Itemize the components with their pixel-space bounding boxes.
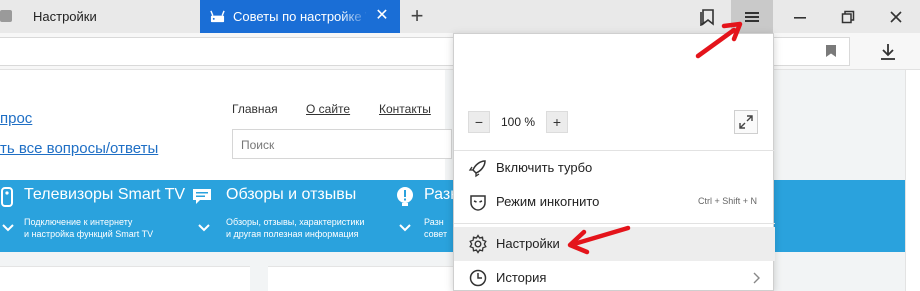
chevron-down-icon — [198, 224, 210, 232]
restore-icon — [841, 10, 855, 23]
new-tab-button[interactable]: + — [404, 4, 430, 30]
tab-strip: Настройки Советы по настройке W ✕ + — [0, 0, 920, 33]
zoom-level: 100 % — [500, 115, 536, 129]
chevron-down-icon — [2, 224, 14, 232]
chat-bubble-icon — [193, 189, 211, 204]
zoom-controls: − 100 % + — [468, 110, 568, 134]
tv-remote-icon — [1, 187, 13, 207]
download-icon[interactable] — [874, 38, 902, 66]
menu-item-label: Режим инкогнито — [496, 194, 600, 209]
rocket-icon — [468, 160, 486, 178]
nav-about[interactable]: О сайте — [306, 102, 350, 116]
menu-item-history[interactable]: История — [454, 261, 775, 291]
minimize-button[interactable] — [780, 0, 820, 33]
gear-icon — [469, 234, 487, 254]
close-tab-icon[interactable]: ✕ — [372, 6, 392, 26]
annotation-arrow-menu — [695, 21, 743, 59]
menu-item-label: Включить турбо — [496, 160, 593, 175]
content-card — [268, 266, 468, 291]
browser-window: Настройки Советы по настройке W ✕ + прос… — [0, 0, 920, 291]
category-title: Обзоры и отзывы — [226, 186, 357, 203]
category-subtitle: Обзоры, отзывы, характеристики и другая п… — [226, 217, 365, 239]
header-panel: прос ть все вопросы/ответы Главная О сай… — [0, 70, 452, 180]
menu-item-label: Настройки — [496, 236, 560, 251]
bookmark-icon[interactable] — [824, 44, 838, 58]
annotation-arrow-settings — [567, 225, 631, 255]
chevron-right-icon — [753, 272, 760, 284]
category-subtitle: Разн совет — [424, 217, 448, 239]
tab-label: Настройки — [33, 9, 97, 24]
close-icon — [890, 10, 902, 23]
all-questions-link[interactable]: ть все вопросы/ответы — [0, 140, 158, 157]
menu-item-hotkey: Ctrl + Shift + N — [697, 196, 757, 206]
restore-button[interactable] — [828, 0, 868, 33]
chevron-down-icon — [399, 224, 411, 232]
expand-icon — [739, 115, 753, 129]
clock-icon — [469, 269, 487, 287]
zoom-in-button[interactable]: + — [546, 111, 568, 133]
close-window-button[interactable] — [876, 0, 916, 33]
bulb-icon — [397, 187, 413, 206]
fullscreen-button[interactable] — [734, 110, 758, 134]
menu-item-turbo[interactable]: Включить турбо — [454, 151, 775, 185]
nav-main[interactable]: Главная — [232, 102, 278, 116]
site-search-input[interactable]: Поиск — [232, 129, 452, 159]
tab-favicon — [0, 10, 12, 22]
page-scrollbar[interactable] — [905, 70, 920, 291]
tab-settings[interactable]: Настройки — [0, 0, 200, 33]
mask-icon — [470, 195, 486, 211]
minimize-icon — [794, 16, 806, 19]
tab-active-tips[interactable]: Советы по настройке W ✕ — [200, 0, 400, 33]
menu-item-label: История — [496, 270, 547, 285]
category-subtitle: Подключение к интернету и настройка функц… — [24, 217, 154, 239]
zoom-out-button[interactable]: − — [468, 111, 490, 133]
nav-contacts[interactable]: Контакты — [379, 102, 431, 116]
content-card — [0, 266, 250, 291]
menu-item-incognito[interactable]: Режим инкогнито Ctrl + Shift + N — [454, 185, 775, 219]
questions-link[interactable]: прос — [0, 110, 32, 127]
router-icon — [210, 10, 225, 23]
category-title: Телевизоры Smart TV — [24, 186, 186, 203]
